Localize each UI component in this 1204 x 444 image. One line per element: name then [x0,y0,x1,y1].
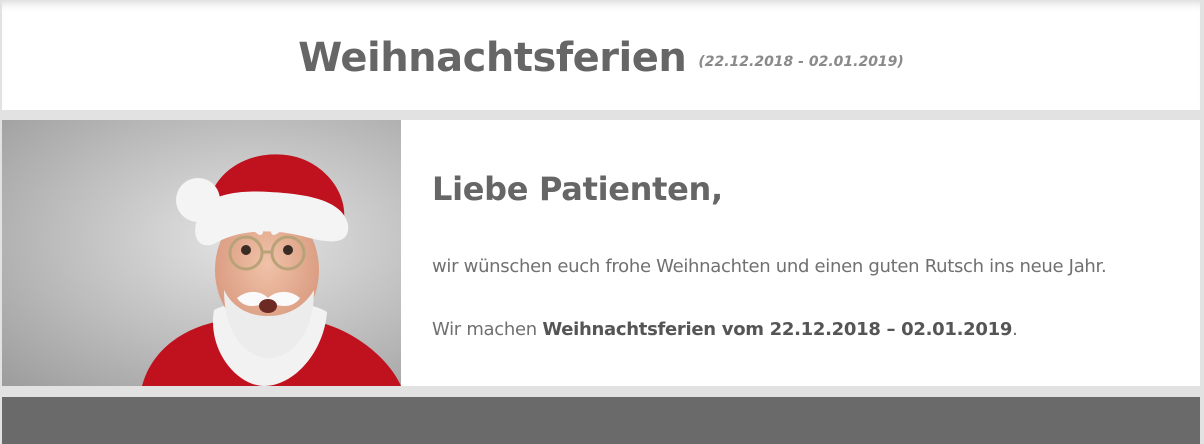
page-title: Weihnachtsferien [298,35,687,81]
holiday-notice: Wir machen Weihnachtsferien vom 22.12.20… [432,319,1200,340]
greeting-heading: Liebe Patienten, [432,170,723,208]
holiday-notice-prefix: Wir machen [432,319,543,340]
santa-claus-illustration [142,154,401,386]
holiday-dates: Weihnachtsferien vom 22.12.2018 – 02.01.… [542,319,1013,340]
date-range: (22.12.2018 - 02.01.2019) [698,54,904,70]
notice-text: Liebe Patienten, wir wünschen euch frohe… [401,120,1200,386]
santa-image [2,120,401,386]
greeting-message: wir wünschen euch frohe Weihnachten und … [432,256,1107,277]
footer-bar [2,397,1200,444]
holiday-notice-suffix: . [1012,319,1018,340]
notice-card: Liebe Patienten, wir wünschen euch frohe… [2,120,1200,386]
page: Weihnachtsferien (22.12.2018 - 02.01.201… [0,0,1204,444]
title-banner: Weihnachtsferien (22.12.2018 - 02.01.201… [2,0,1200,110]
